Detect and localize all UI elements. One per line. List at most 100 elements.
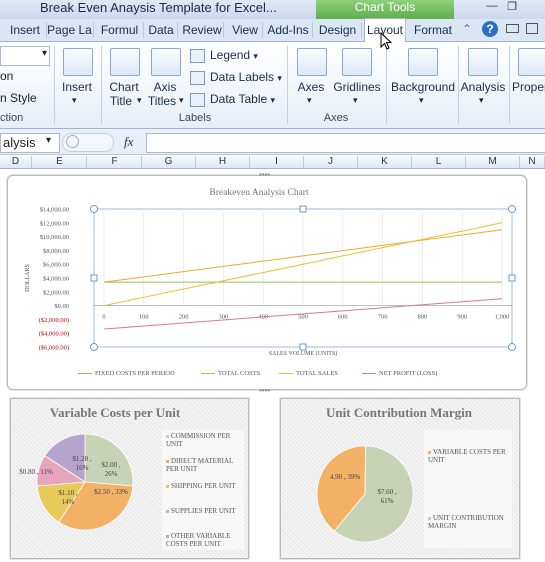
tab-insert[interactable]: Insert [5,19,45,41]
pie-legend-item[interactable]: OTHER VARIABLE COSTS PER UNIT [166,532,242,548]
tab-separator [361,22,362,38]
column-header-g[interactable]: G [142,156,196,168]
tab-format[interactable]: Format [409,19,457,41]
legend-item[interactable]: TOTAL COSTS [201,370,260,377]
variable-costs-pie[interactable]: $2.00 ,26% $2.50 , 33% $1.10 ,14% $0.80 , 1… [12,425,162,545]
x-tick-label: 200 [179,314,189,321]
legend-swatch [166,484,169,488]
tab-review[interactable]: Review [182,19,222,41]
y-tick-label: $12,000.00 [40,220,69,227]
selection-handle[interactable] [299,343,307,351]
legend-swatch [362,373,376,375]
breakeven-line-chart[interactable]: Breakeven Analysis Chart $14,000.00 $12,00… [7,175,527,390]
properties-icon [518,48,545,76]
pie-data-label: 16% [76,464,89,472]
insert-button[interactable]: Insert ▾ [58,46,96,108]
y-tick-label: $2,000.00 [43,289,69,296]
selection-handle[interactable] [299,205,307,213]
insert-function-icon[interactable]: fx [124,134,133,150]
column-header-m[interactable]: M [466,156,520,168]
tab-design[interactable]: Design [315,19,360,41]
group-separator [287,46,288,124]
selection-handle[interactable] [90,274,98,282]
legend-item[interactable]: NET PROFIT (LOSS) [362,370,437,377]
legend-swatch [166,534,169,538]
minimize-ribbon-icon[interactable] [506,24,519,33]
legend-button[interactable]: Legend ▾ [190,46,258,64]
legend-item[interactable]: FIXED COSTS PER PERIOD [78,370,175,377]
gridlines-button[interactable]: Gridlines ▾ [333,46,381,110]
pie1-title: Variable Costs per Unit [49,405,181,420]
tab-data[interactable]: Data [146,19,176,41]
window-restore-icon[interactable] [526,23,538,34]
tab-separator [262,22,263,38]
tab-view[interactable]: View [229,19,261,41]
column-header-l[interactable]: L [412,156,466,168]
pie-legend-item[interactable]: UNIT CONTRIBUTION MARGIN [428,514,508,530]
selection-handle[interactable] [508,274,516,282]
background-icon [408,48,438,76]
insert-shapes-icon [63,48,93,76]
legend-label: TOTAL COSTS [218,370,261,377]
pie-legend-item[interactable]: DIRECT MATERIAL PER UNIT [166,457,242,473]
format-selection-label[interactable]: on [0,69,13,83]
column-header-e[interactable]: E [33,156,87,168]
y-tick-label: $10,000.00 [40,234,69,241]
properties-button[interactable]: Propert [512,46,545,110]
data-labels-button[interactable]: Data Labels ▾ [190,68,282,86]
y-tick-label: ($6,000.00) [39,345,69,352]
column-header-n[interactable]: N [520,156,545,168]
background-button[interactable]: Background ▾ [390,46,456,110]
column-header-h[interactable]: H [196,156,250,168]
chevron-down-icon[interactable]: ▾ [46,135,51,146]
legend-label: UNIT CONTRIBUTION MARGIN [428,514,504,530]
reset-to-match-style-label[interactable]: n Style [0,91,37,105]
legend-label: VARIABLE COSTS PER UNIT [428,448,506,464]
formula-input[interactable] [146,133,545,153]
axes-button[interactable]: Axes ▾ [292,46,330,110]
tab-formul[interactable]: Formul [97,19,142,41]
column-header-d[interactable]: D [0,156,32,168]
y-tick-label: $14,000.00 [40,207,69,214]
minimize-icon[interactable]: — [483,0,501,16]
data-table-button[interactable]: Data Table ▾ [190,90,275,108]
resize-handle-icon[interactable] [66,135,79,148]
x-axis-label: SALES VOLUME (UNITS) [269,350,338,357]
group-separator [101,46,102,124]
selection-handle[interactable] [508,343,516,351]
column-header-k[interactable]: K [358,156,412,168]
legend-item[interactable]: TOTAL SALES [279,370,338,377]
chart-title-icon [110,48,140,76]
analysis-button[interactable]: Analysis ▾ [460,46,506,110]
analysis-icon [468,48,498,76]
unit-contribution-pie[interactable]: 4.90 , 39% $7.60 ,61% [285,425,425,550]
restore-icon[interactable]: ❐ [503,0,521,16]
group-separator [386,46,387,124]
axis-titles-button[interactable]: Axis Titles ▾ [145,46,185,110]
pie-legend-item[interactable]: COMMISSION PER UNIT [166,432,242,448]
chart-title-button[interactable]: Chart Title ▾ [104,46,144,110]
pie-slice-commission-per-unit[interactable] [84,433,134,487]
pie-legend-item[interactable]: VARIABLE COSTS PER UNIT [428,448,508,464]
chevron-down-icon: ▾ [270,95,276,105]
legend-swatch [279,373,293,375]
y-tick-label: ($2,000.00) [39,317,69,324]
pie-legend-item[interactable]: SUPPLIES PER UNIT [166,507,242,515]
chart-elements-dropdown[interactable]: ▾ [0,46,50,66]
window-title: Break Even Anaysis Template for Excel... [40,0,277,15]
y-tick-label: $4,000.00 [43,276,69,283]
pie-legend-item[interactable]: SHIPPING PER UNIT [166,482,242,490]
column-header-f[interactable]: F [88,156,142,168]
selection-handle[interactable] [90,205,98,213]
tab-addins[interactable]: Add-Ins [265,19,311,41]
chevron-up-icon[interactable]: ⌃ [462,22,472,36]
tab-separator [143,22,144,38]
help-icon[interactable]: ? [482,21,498,37]
labels-group-label: Labels [178,112,212,124]
selection-handle[interactable] [90,343,98,351]
x-tick-label: 100 [139,314,149,321]
column-header-i[interactable]: I [250,156,304,168]
column-header-j[interactable]: J [304,156,358,168]
selection-handle[interactable] [508,205,516,213]
tab-pagela[interactable]: Page La [47,19,92,41]
